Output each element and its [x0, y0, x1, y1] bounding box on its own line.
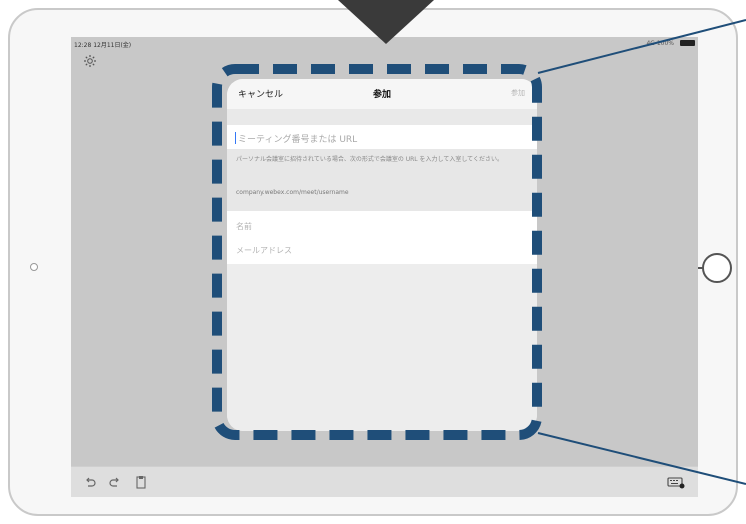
annotation-overlay	[212, 0, 746, 485]
dashed-highlight-box	[212, 64, 542, 440]
callout-line-bottom	[537, 432, 746, 485]
callout-line-top	[537, 19, 746, 74]
down-arrow-icon	[338, 0, 434, 44]
